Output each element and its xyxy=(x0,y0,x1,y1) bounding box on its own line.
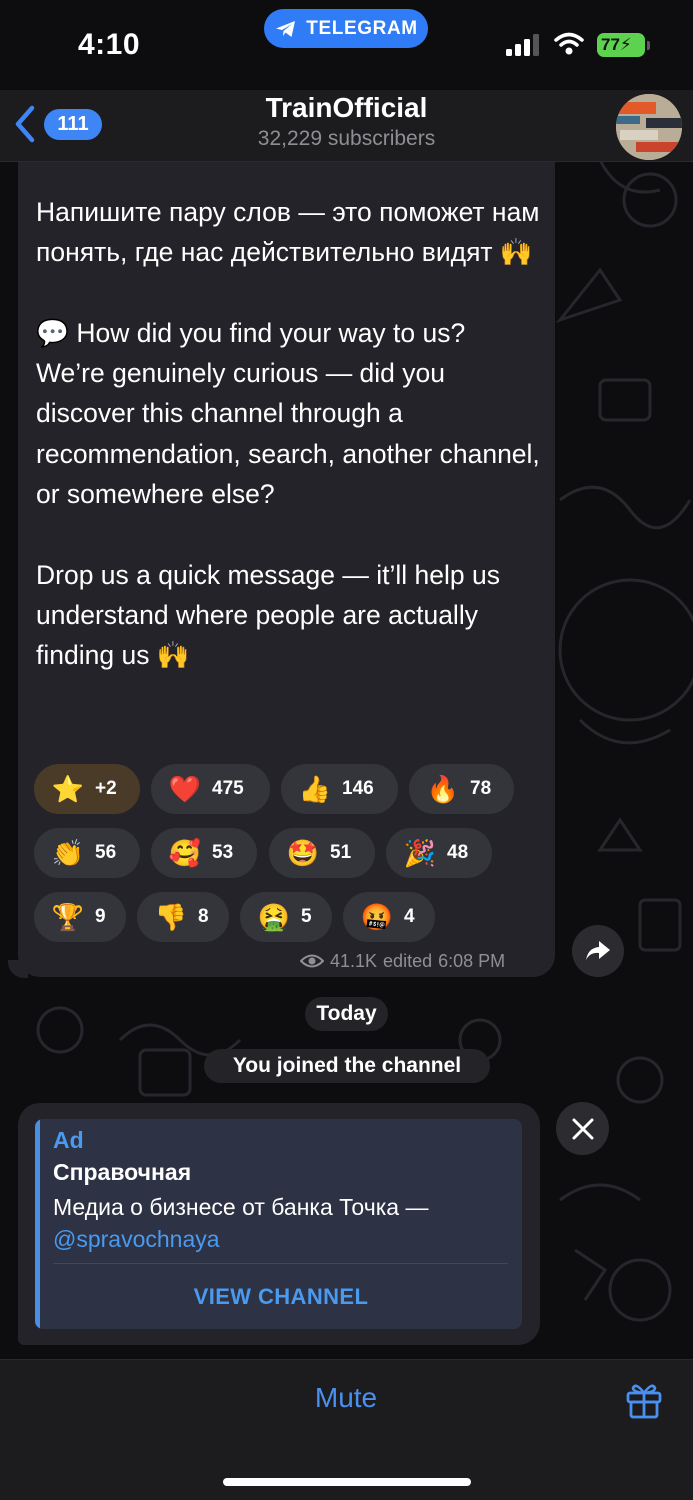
telegram-plane-icon xyxy=(276,20,296,37)
share-button[interactable] xyxy=(572,925,624,977)
ad-label: Ad xyxy=(53,1127,84,1153)
reaction-smiling-hearts[interactable]: 🥰 53 xyxy=(151,828,257,878)
mute-button[interactable]: Mute xyxy=(246,1382,446,1418)
reaction-count: 9 xyxy=(95,906,106,927)
message-time: 6:08 PM xyxy=(438,950,506,971)
reaction-count: 48 xyxy=(447,842,469,863)
clap-icon: 👏 xyxy=(51,837,85,868)
reaction-thumbs-up[interactable]: 👍 146 xyxy=(281,764,398,814)
reaction-count: 146 xyxy=(342,778,374,799)
battery-icon: 77 ⚡ xyxy=(597,33,645,57)
date-chip: Today xyxy=(305,997,388,1031)
view-count: 41.1K xyxy=(330,950,378,971)
message-meta: 41.1K edited 6:08 PM xyxy=(300,948,505,974)
trophy-icon: 🏆 xyxy=(51,901,85,932)
back-button[interactable]: 111 xyxy=(12,104,102,144)
reaction-count: 8 xyxy=(198,906,209,927)
reaction-heart[interactable]: ❤️ 475 xyxy=(151,764,270,814)
clock: 4:10 xyxy=(78,28,141,61)
reaction-party-popper[interactable]: 🎉 48 xyxy=(386,828,492,878)
reaction-count: +2 xyxy=(95,778,117,799)
ad-description: Медиа о бизнесе от банка Точка — @spravo… xyxy=(53,1191,513,1255)
reaction-count: 5 xyxy=(301,906,312,927)
unread-count-badge: 111 xyxy=(44,108,102,140)
app-pill-label: TELEGRAM xyxy=(306,17,418,39)
status-bar: 4:10 TELEGRAM 77 ⚡ xyxy=(0,0,693,90)
gift-button[interactable] xyxy=(624,1380,664,1425)
fire-icon: 🔥 xyxy=(426,773,460,804)
star-icon: ⭐ xyxy=(51,773,85,804)
wifi-icon xyxy=(554,32,584,55)
message-text: Напишите пару слов — это поможет нам пон… xyxy=(36,197,540,671)
reaction-vomit[interactable]: 🤮 5 xyxy=(240,892,332,942)
reaction-star[interactable]: ⭐ +2 xyxy=(34,764,140,814)
thumbs-up-icon: 👍 xyxy=(298,773,332,804)
chat-header: TrainOfficial 32,229 subscribers 111 xyxy=(0,90,693,162)
view-channel-button[interactable]: VIEW CHANNEL xyxy=(40,1269,522,1325)
signal-icon xyxy=(506,34,539,56)
party-popper-icon: 🎉 xyxy=(403,837,437,868)
service-message: You joined the channel xyxy=(204,1049,490,1083)
eye-icon xyxy=(300,954,324,968)
ad-description-text: Медиа о бизнесе от банка Точка — xyxy=(53,1194,429,1220)
telegram-pill[interactable]: TELEGRAM xyxy=(264,9,428,48)
reaction-cursing[interactable]: 🤬 4 xyxy=(343,892,435,942)
chevron-left-icon xyxy=(15,105,35,143)
heart-icon: ❤️ xyxy=(168,773,202,804)
vomit-face-icon: 🤮 xyxy=(257,901,291,932)
reaction-count: 53 xyxy=(212,842,234,863)
ad-divider xyxy=(53,1263,508,1264)
reaction-star-struck[interactable]: 🤩 51 xyxy=(269,828,375,878)
reaction-count: 4 xyxy=(404,906,415,927)
edited-label: edited xyxy=(383,950,433,971)
reaction-trophy[interactable]: 🏆 9 xyxy=(34,892,126,942)
gift-icon xyxy=(626,1384,662,1419)
smiling-hearts-icon: 🥰 xyxy=(168,837,202,868)
channel-title[interactable]: TrainOfficial xyxy=(0,92,693,124)
ad-channel-link[interactable]: @spravochnaya xyxy=(53,1226,220,1252)
close-ad-button[interactable] xyxy=(556,1102,609,1155)
close-icon xyxy=(572,1118,593,1139)
thumbs-down-icon: 👎 xyxy=(154,901,188,932)
home-indicator[interactable] xyxy=(223,1478,471,1486)
reaction-count: 475 xyxy=(212,778,244,799)
reaction-fire[interactable]: 🔥 78 xyxy=(409,764,514,814)
reaction-count: 78 xyxy=(470,778,492,799)
reaction-thumbs-down[interactable]: 👎 8 xyxy=(137,892,229,942)
cursing-face-icon: 🤬 xyxy=(360,901,394,932)
star-struck-icon: 🤩 xyxy=(286,837,320,868)
battery-level: 77 xyxy=(601,35,620,54)
reaction-count: 56 xyxy=(95,842,117,863)
reaction-clap[interactable]: 👏 56 xyxy=(34,828,140,878)
share-arrow-icon xyxy=(586,941,610,960)
ad-title: Справочная xyxy=(53,1159,192,1185)
battery-tip xyxy=(647,41,650,50)
subscriber-count: 32,229 subscribers xyxy=(257,127,436,150)
bottom-bar: Mute xyxy=(0,1359,693,1500)
reaction-count: 51 xyxy=(330,842,352,863)
sponsored-card[interactable]: Ad Справочная Медиа о бизнесе от банка Т… xyxy=(35,1119,522,1329)
channel-avatar[interactable] xyxy=(616,94,682,160)
